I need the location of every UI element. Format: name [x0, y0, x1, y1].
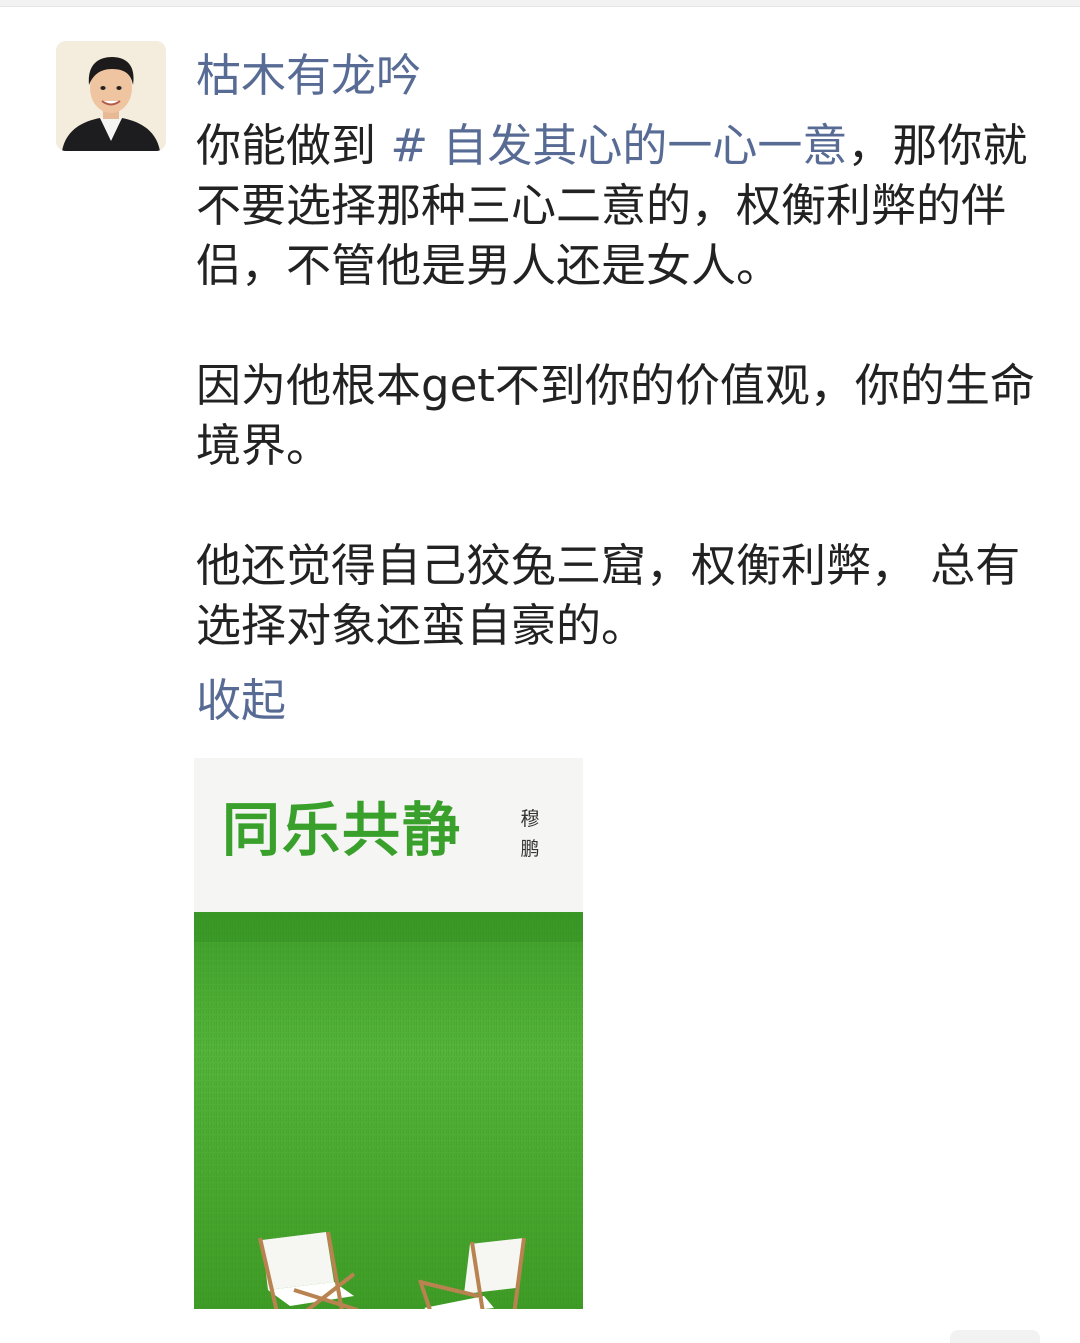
cover-title: 同乐共静 — [222, 796, 463, 864]
collapse-button[interactable]: 收起 — [196, 671, 286, 731]
cover-author: 穆鹏 — [520, 808, 540, 860]
bottom-action-bar — [950, 1330, 1040, 1343]
post-paragraph-2: 因为他根本get不到你的价值观，你的生命境界。 — [196, 359, 1035, 472]
avatar-icon — [56, 41, 166, 151]
hashtag-link[interactable]: # 自发其心的一心一意 — [390, 119, 847, 172]
paragraph-1-lead: 你能做到 — [196, 119, 391, 172]
post-content: 你能做到 # 自发其心的一心一意，那你就不要选择那种三心二意的，权衡利弊的伴侣，… — [196, 116, 1056, 656]
grass-photo — [194, 912, 583, 1309]
avatar[interactable] — [56, 41, 166, 151]
cover-header: 同乐共静 穆鹏 — [194, 758, 583, 912]
author-name[interactable]: 枯木有龙吟 — [196, 46, 421, 106]
top-divider — [0, 0, 1080, 7]
post-paragraph-1: 你能做到 # 自发其心的一心一意，那你就不要选择那种三心二意的，权衡利弊的伴侣，… — [196, 116, 1056, 296]
post-paragraph-3: 他还觉得自己狡兔三窟，权衡利弊， 总有选择对象还蛮自豪的。 — [196, 539, 1021, 652]
book-cover-image[interactable]: 同乐共静 穆鹏 — [194, 758, 583, 1309]
